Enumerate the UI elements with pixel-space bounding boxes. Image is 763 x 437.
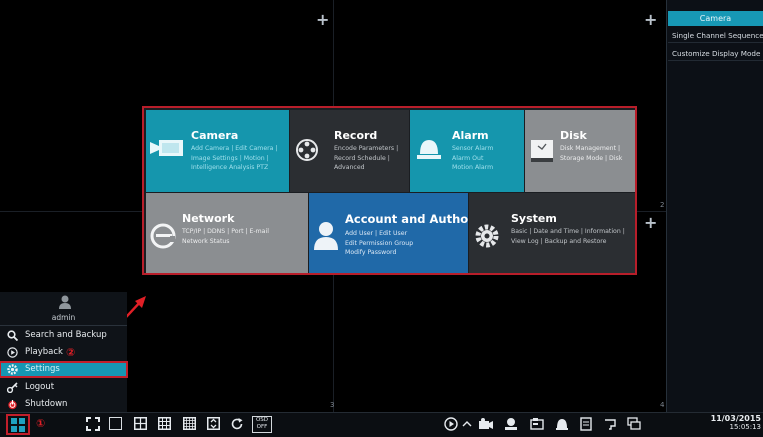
add-camera-plus-icon[interactable]: + — [644, 12, 657, 28]
sidebar-item-search-backup[interactable]: Search and Backup — [0, 328, 127, 343]
layout-1-icon[interactable] — [109, 417, 122, 430]
start-menu-button[interactable] — [6, 414, 30, 435]
annotation-marker-2: ② — [66, 346, 76, 359]
camera-description: Add Camera | Edit Camera | Image Setting… — [191, 145, 278, 171]
layout-9-icon[interactable] — [158, 417, 171, 430]
date-label: 11/03/2015 — [710, 414, 761, 423]
film-reel-icon — [296, 139, 318, 161]
sidebar-item-label: Shutdown — [25, 399, 68, 409]
sidebar-item-playback[interactable]: Playback ② — [0, 345, 127, 360]
single-channel-sequence-item[interactable]: Single Channel Sequence — [668, 28, 763, 43]
menu-tile-camera[interactable]: Camera Add Camera | Edit Camera | Image … — [146, 110, 289, 192]
camera-icon — [150, 140, 183, 156]
menu-tile-account-authority[interactable]: Account and Authority Add User | Edit Us… — [309, 193, 468, 273]
alarm-bell-icon — [417, 140, 441, 159]
grid-menu-icon — [11, 418, 25, 432]
hard-disk-icon — [531, 140, 553, 162]
record-title: Record — [334, 129, 378, 142]
channel-number: 2 — [660, 201, 665, 209]
username: admin — [51, 313, 76, 322]
osd-label: OSD — [255, 417, 269, 423]
account-authority-description: Add User | Edit User Edit Permission Gro… — [345, 230, 414, 256]
network-title: Network — [182, 212, 235, 225]
time-label: 15:05:13 — [729, 423, 761, 431]
chevron-up-icon[interactable] — [462, 419, 472, 429]
sidebar-item-label: Logout — [25, 382, 55, 392]
system-description: Basic | Date and Time | Information | Vi… — [511, 228, 625, 245]
disk-status-icon[interactable] — [579, 417, 593, 431]
account-authority-title: Account and Authority — [345, 212, 468, 226]
sidebar-item-label: Playback — [25, 347, 63, 357]
record-description: Encode Parameters | Record Schedule | Ad… — [334, 145, 399, 171]
network-ie-icon — [150, 223, 176, 249]
add-camera-plus-icon[interactable]: + — [316, 12, 329, 28]
sidebar-item-settings[interactable]: Settings — [0, 361, 128, 378]
alarm-description: Sensor Alarm Alarm Out Motion Alarm — [452, 145, 494, 171]
menu-tile-system[interactable]: System Basic | Date and Time | Informati… — [469, 193, 635, 273]
layout-custom-icon[interactable] — [207, 417, 220, 430]
sidebar-item-shutdown[interactable]: Shutdown — [0, 397, 127, 412]
alarm-title: Alarm — [452, 129, 489, 142]
disk-description: Disk Management | Storage Mode | Disk — [560, 145, 623, 162]
channel-number: 4 — [660, 401, 665, 409]
network-description: TCP/IP | DDNS | Port | E-mail Network St… — [182, 228, 269, 245]
avatar-icon — [59, 295, 71, 309]
sidebar-item-label: Settings — [25, 364, 60, 374]
user-icon — [314, 222, 338, 250]
sidebar-item-label: Search and Backup — [25, 330, 107, 340]
backup-status-icon[interactable] — [603, 417, 617, 431]
snapshot-icon[interactable] — [530, 417, 544, 431]
menu-tile-disk[interactable]: Disk Disk Management | Storage Mode | Di… — [525, 110, 635, 192]
right-panel-header-camera[interactable]: Camera — [668, 11, 763, 26]
system-title: System — [511, 212, 557, 225]
add-camera-plus-icon[interactable]: + — [644, 215, 657, 231]
sidebar-menu: admin Search and Backup Playback ② Setti… — [0, 292, 128, 412]
sidebar-item-logout[interactable]: Logout — [0, 380, 127, 395]
channel-number: 3 — [330, 401, 335, 409]
osd-toggle-button[interactable]: OSD OFF — [252, 416, 272, 433]
annotation-marker-1: ① — [36, 417, 46, 430]
manual-alarm-icon[interactable] — [504, 417, 518, 431]
sidebar-divider — [0, 325, 127, 326]
camera-title: Camera — [191, 129, 239, 142]
refresh-sequence-icon[interactable] — [230, 417, 244, 431]
alarm-status-icon[interactable] — [555, 417, 569, 431]
play-circle-icon[interactable] — [444, 417, 458, 431]
fullscreen-icon[interactable] — [86, 417, 100, 431]
layout-4-icon[interactable] — [134, 417, 147, 430]
clock: 11/03/2015 15:05:13 — [700, 414, 761, 432]
key-icon — [7, 382, 18, 393]
gear-icon — [475, 224, 499, 248]
main-menu: Camera Add Camera | Edit Camera | Image … — [142, 106, 637, 275]
gear-icon — [7, 364, 18, 375]
menu-tile-record[interactable]: Record Encode Parameters | Record Schedu… — [290, 110, 409, 192]
power-icon — [8, 400, 17, 410]
layout-16-icon[interactable] — [183, 417, 196, 430]
menu-tile-alarm[interactable]: Alarm Sensor Alarm Alarm Out Motion Alar… — [410, 110, 524, 192]
network-status-icon[interactable] — [627, 417, 641, 431]
search-icon — [7, 330, 18, 341]
menu-tile-network[interactable]: Network TCP/IP | DDNS | Port | E-mail Ne… — [146, 193, 308, 273]
osd-state: OFF — [256, 424, 268, 430]
disk-title: Disk — [560, 129, 587, 142]
customize-display-mode-item[interactable]: Customize Display Mode — [668, 46, 763, 61]
right-panel — [666, 0, 763, 412]
record-camera-icon[interactable] — [478, 417, 494, 431]
play-circle-icon — [7, 347, 18, 358]
